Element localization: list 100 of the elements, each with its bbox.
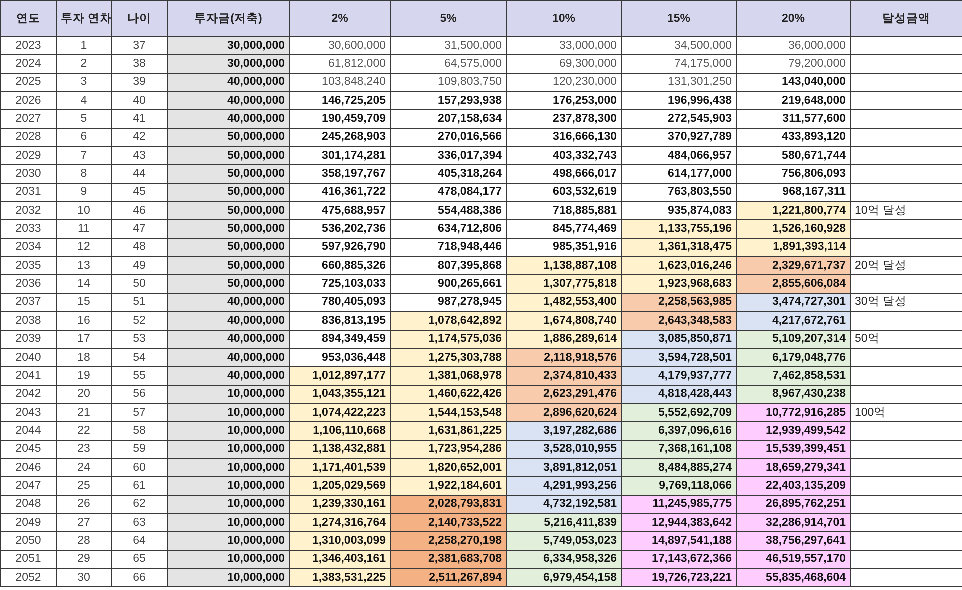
table-cell: 780,405,093 — [290, 293, 390, 312]
table-cell: 2040 — [0, 348, 56, 367]
table-cell: 1,623,016,246 — [622, 256, 736, 275]
table-cell: 2,511,267,894 — [390, 568, 506, 587]
table-cell: 32,286,914,701 — [736, 513, 850, 532]
table-cell: 1,723,954,286 — [390, 440, 506, 458]
table-cell: 5,552,692,709 — [622, 403, 736, 422]
column-header: 20% — [736, 0, 850, 36]
table-cell: 103,848,240 — [290, 73, 390, 92]
column-header: 10% — [506, 0, 622, 36]
table-cell: 433,893,120 — [736, 128, 850, 147]
column-header: 나이 — [112, 0, 168, 36]
table-cell: 2042 — [0, 385, 56, 404]
table-cell: 22 — [56, 422, 112, 440]
table-cell: 20 — [56, 385, 112, 404]
table-cell: 8,484,885,274 — [622, 458, 736, 477]
table-cell: 40,000,000 — [168, 312, 290, 330]
table-cell: 10,000,000 — [168, 440, 290, 458]
table-cell: 61,812,000 — [290, 54, 390, 74]
table-cell: 2,118,918,576 — [506, 348, 622, 367]
table-cell: 176,253,000 — [506, 92, 622, 110]
table-cell: 2046 — [0, 458, 56, 477]
table-cell: 2,258,563,985 — [622, 293, 736, 312]
table-cell: 10,000,000 — [168, 568, 290, 587]
table-cell: 2,896,620,624 — [506, 403, 622, 422]
table-cell: 2024 — [0, 54, 56, 74]
table-cell: 3,197,282,686 — [506, 422, 622, 440]
table-cell: 190,459,709 — [290, 110, 390, 128]
table-cell: 29 — [56, 550, 112, 568]
table-cell: 660,885,326 — [290, 256, 390, 275]
table-cell: 634,712,806 — [390, 220, 506, 238]
table-cell: 597,926,790 — [290, 238, 390, 257]
table-cell: 207,158,634 — [390, 110, 506, 128]
table-cell: 1,074,422,223 — [290, 403, 390, 422]
table-cell: 1,346,403,161 — [290, 550, 390, 568]
table-cell: 143,040,000 — [736, 73, 850, 92]
table-cell: 24 — [56, 458, 112, 477]
table-cell: 2034 — [0, 238, 56, 257]
table-cell: 3,594,728,501 — [622, 348, 736, 367]
column-header: 5% — [390, 0, 506, 36]
table-cell: 7,368,161,108 — [622, 440, 736, 458]
table-cell: 15,539,399,451 — [736, 440, 850, 458]
table-cell: 614,177,000 — [622, 164, 736, 184]
table-cell: 3 — [56, 73, 112, 92]
table-cell: 1,460,622,426 — [390, 385, 506, 404]
table-cell: 4,732,192,581 — [506, 495, 622, 514]
table-cell: 2049 — [0, 513, 56, 532]
table-cell: 358,197,767 — [290, 164, 390, 184]
table-cell: 46,519,557,170 — [736, 550, 850, 568]
table-cell: 336,017,394 — [390, 146, 506, 165]
table-cell: 50,000,000 — [168, 164, 290, 184]
table-cell: 2,855,606,084 — [736, 274, 850, 294]
column-header: 2% — [290, 0, 390, 36]
table-cell: 2037 — [0, 293, 56, 312]
table-cell: 30억 달성 — [850, 293, 962, 312]
table-cell: 3,085,850,871 — [622, 330, 736, 348]
table-cell: 10,000,000 — [168, 385, 290, 404]
table-cell: 13 — [56, 256, 112, 275]
table-cell: 5,216,411,839 — [506, 513, 622, 532]
table-cell: 1,138,887,108 — [506, 256, 622, 275]
table-cell: 26 — [56, 495, 112, 514]
table-cell: 18 — [56, 348, 112, 367]
table-cell: 74,175,000 — [622, 54, 736, 74]
table-cell: 894,349,459 — [290, 330, 390, 348]
table-cell: 1 — [56, 36, 112, 55]
table-cell: 50,000,000 — [168, 146, 290, 165]
table-cell: 554,488,386 — [390, 202, 506, 220]
table-cell: 370,927,789 — [622, 128, 736, 147]
table-cell: 484,066,957 — [622, 146, 736, 165]
table-cell: 2,643,348,583 — [622, 312, 736, 330]
table-cell: 2031 — [0, 183, 56, 202]
table-cell: 2023 — [0, 36, 56, 55]
table-cell: 10,000,000 — [168, 458, 290, 477]
table-cell: 237,878,300 — [506, 110, 622, 128]
table-cell: 11 — [56, 220, 112, 238]
table-cell: 8 — [56, 164, 112, 184]
table-cell: 6,979,454,158 — [506, 568, 622, 587]
table-cell: 10,000,000 — [168, 513, 290, 532]
table-cell: 1,171,401,539 — [290, 458, 390, 477]
table-cell: 272,545,903 — [622, 110, 736, 128]
table-cell: 718,948,446 — [390, 238, 506, 257]
table-cell: 2033 — [0, 220, 56, 238]
table-cell: 21 — [56, 403, 112, 422]
table-cell: 2,381,683,708 — [390, 550, 506, 568]
table-cell: 8,967,430,238 — [736, 385, 850, 404]
table-cell: 11,245,985,775 — [622, 495, 736, 514]
table-cell: 475,688,957 — [290, 202, 390, 220]
table-cell: 40,000,000 — [168, 92, 290, 110]
table-cell: 4,818,428,443 — [622, 385, 736, 404]
table-cell: 1,221,800,774 — [736, 202, 850, 220]
table-cell: 40,000,000 — [168, 330, 290, 348]
table-cell: 9 — [56, 183, 112, 202]
table-cell: 1,886,289,614 — [506, 330, 622, 348]
table-cell: 50억 — [850, 330, 962, 348]
table-cell: 2041 — [0, 366, 56, 386]
table-cell: 718,885,881 — [506, 202, 622, 220]
table-cell: 40,000,000 — [168, 73, 290, 92]
table-cell: 301,174,281 — [290, 146, 390, 165]
table-cell: 26,895,762,251 — [736, 495, 850, 514]
table-cell: 3,528,010,955 — [506, 440, 622, 458]
